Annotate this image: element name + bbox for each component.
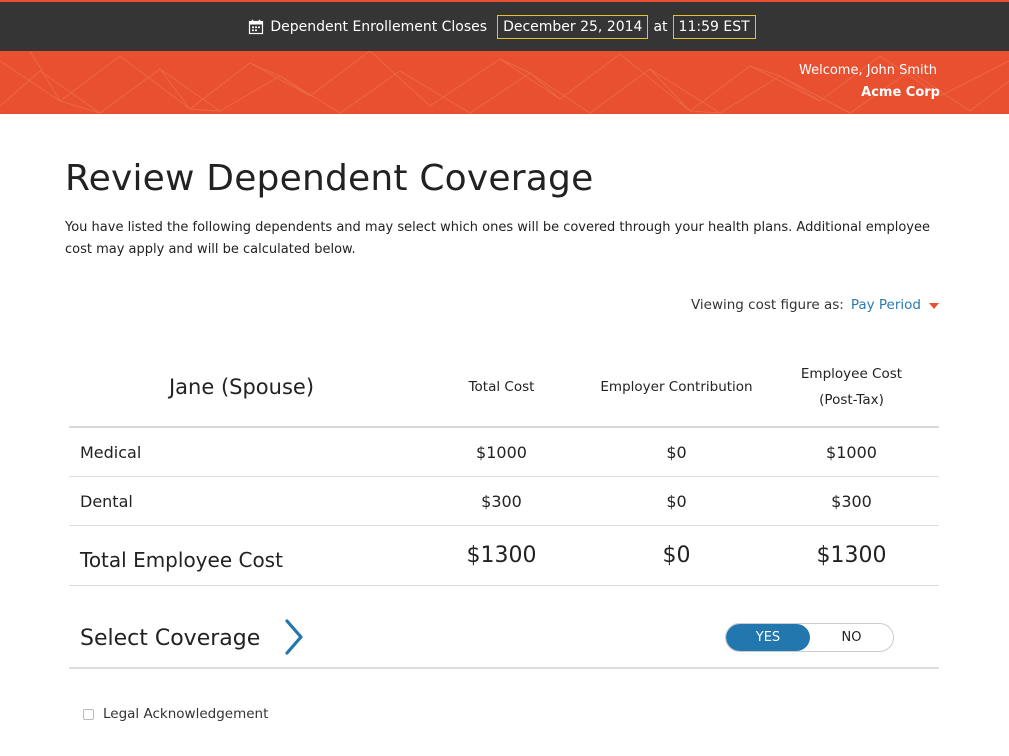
header-banner: Welcome, John Smith Acme Corp	[0, 51, 1009, 114]
plan-name: Medical	[80, 442, 142, 462]
col-employer-contribution: Employer Contribution	[600, 379, 753, 395]
welcome-text: Welcome, John Smith	[799, 63, 937, 78]
select-coverage-row: Select Coverage YES NO	[69, 607, 939, 669]
enrollment-deadline-bar: Dependent Enrollement Closes December 25…	[0, 0, 1009, 51]
page-description: You have listed the following dependents…	[65, 220, 930, 257]
col-total-cost: Total Cost	[468, 379, 535, 395]
coverage-no-button[interactable]: NO	[810, 624, 893, 651]
employer-contribution-sum: $0	[662, 543, 691, 568]
legal-acknowledgement[interactable]: Legal Acknowledgement	[83, 706, 268, 722]
employer-contribution-value: $0	[666, 491, 687, 511]
cost-view-selector: Viewing cost figure as: Pay Period	[691, 297, 939, 313]
calendar-icon	[249, 19, 264, 34]
table-row: Dental $300 $0 $300	[69, 477, 939, 526]
coverage-toggle[interactable]: YES NO	[725, 623, 894, 652]
employee-cost-value: $300	[831, 491, 872, 511]
col-employee-cost-subtitle: (Post-Tax)	[819, 392, 884, 408]
total-cost-value: $300	[481, 491, 522, 511]
table-header: Jane (Spouse) Total Cost Employer Contri…	[69, 348, 939, 428]
col-employee-cost: Employee Cost (Post-Tax)	[764, 361, 939, 413]
deadline-at: at	[653, 18, 668, 35]
select-coverage-label: Select Coverage	[80, 626, 261, 651]
total-row: Total Employee Cost $1300 $0 $1300	[69, 526, 939, 586]
legal-checkbox[interactable]	[83, 708, 94, 720]
total-label: Total Employee Cost	[80, 547, 283, 572]
dependent-name: Jane (Spouse)	[168, 375, 315, 399]
table-row: Medical $1000 $0 $1000	[69, 428, 939, 477]
total-cost-value: $1000	[476, 442, 527, 462]
caret-down-icon[interactable]	[929, 303, 939, 309]
col-employee-cost-title: Employee Cost	[800, 366, 903, 382]
total-cost-sum: $1300	[466, 543, 537, 568]
deadline-time: 11:59 EST	[672, 14, 756, 39]
deadline-label: Dependent Enrollement Closes	[270, 18, 488, 35]
cost-view-label: Viewing cost figure as:	[690, 297, 844, 313]
page-title: Review Dependent Coverage	[65, 158, 594, 199]
legal-label: Legal Acknowledgement	[103, 706, 269, 722]
employer-contribution-value: $0	[666, 442, 687, 462]
employee-cost-sum: $1300	[816, 543, 887, 568]
employee-cost-value: $1000	[826, 442, 877, 462]
chevron-right-icon[interactable]	[281, 617, 307, 657]
coverage-cost-table: Jane (Spouse) Total Cost Employer Contri…	[69, 348, 939, 586]
cost-view-dropdown[interactable]: Pay Period	[851, 297, 921, 313]
company-name: Acme Corp	[861, 85, 940, 100]
coverage-yes-button[interactable]: YES	[726, 624, 810, 651]
banner-pattern	[0, 51, 1009, 114]
plan-name: Dental	[80, 491, 133, 511]
deadline-date: December 25, 2014	[497, 14, 649, 39]
